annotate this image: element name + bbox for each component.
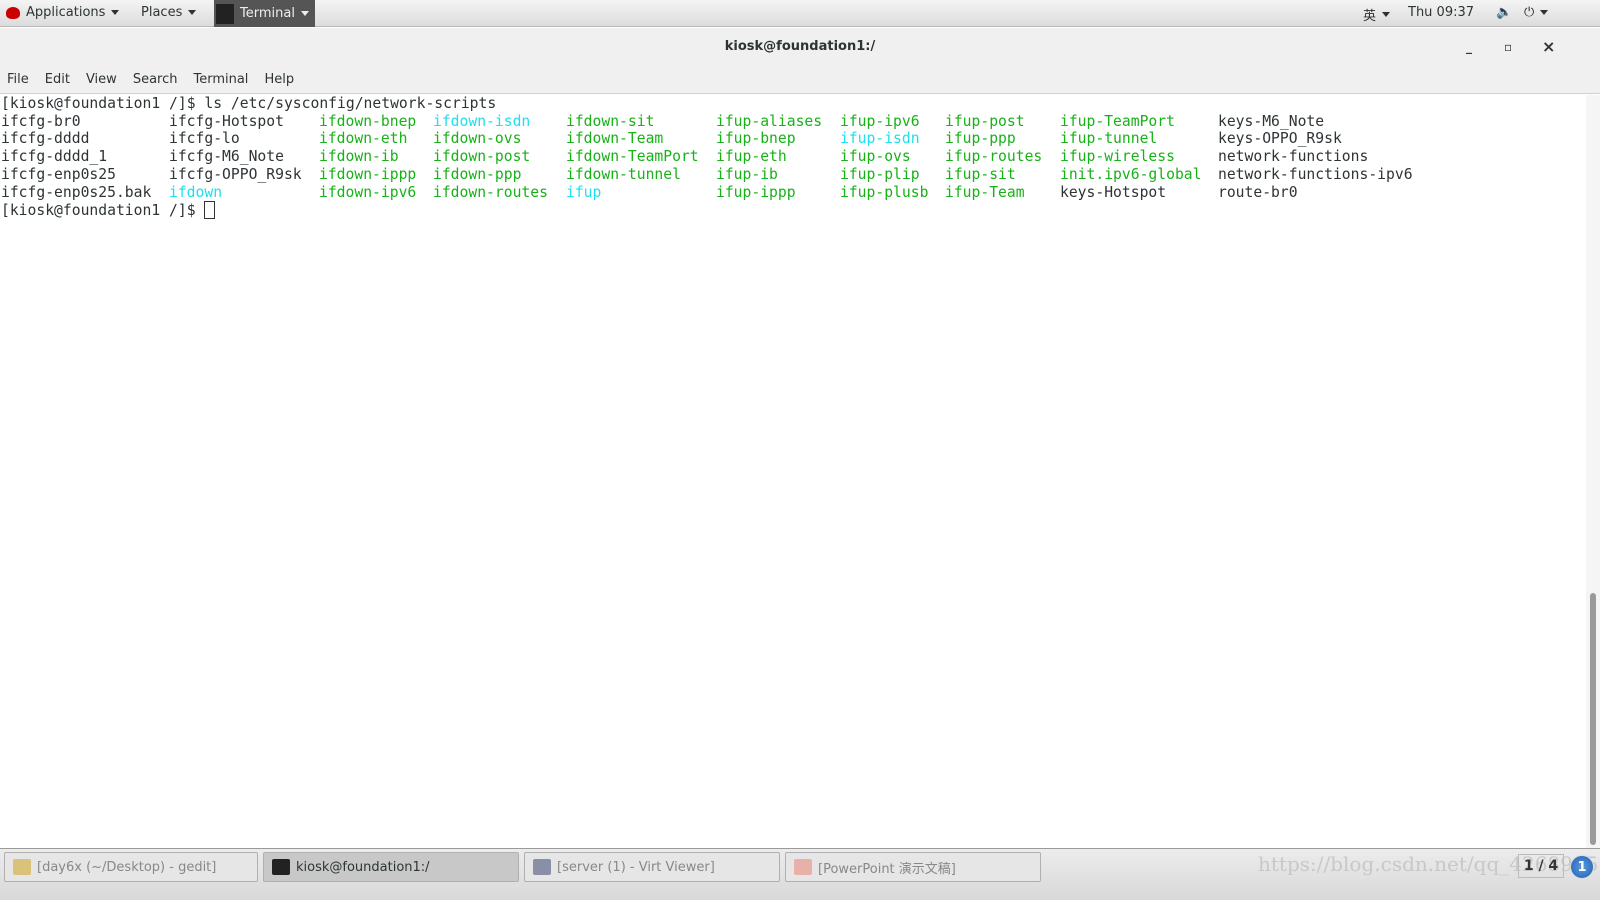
notification-badge[interactable]: 1: [1570, 855, 1594, 879]
file-entry: ifup-TeamPort: [1060, 112, 1175, 130]
power-icon: ⏻: [1524, 5, 1535, 20]
file-entry: ifup-plusb: [840, 183, 929, 201]
file-entry: ifup-sit: [945, 165, 1016, 183]
file-entry: ifup-aliases: [716, 112, 823, 130]
file-entry: ifcfg-dddd: [1, 130, 90, 148]
task-gedit[interactable]: [day6x (~/Desktop) - gedit]: [4, 852, 258, 882]
menu-bar: File Edit View Search Terminal Help: [0, 66, 1600, 94]
file-entry: ifdown-TeamPort: [566, 148, 699, 166]
file-entry: ifdown-isdn: [433, 112, 531, 130]
file-entry: ifdown-Team: [566, 130, 664, 148]
workspace-switcher[interactable]: 1 / 4: [1518, 854, 1564, 878]
file-entry: ifcfg-dddd_1: [1, 148, 108, 166]
taskbar: [day6x (~/Desktop) - gedit] kiosk@founda…: [0, 848, 1600, 900]
clock[interactable]: Thu 09:37: [1408, 5, 1474, 20]
file-entry: ifdown-tunnel: [566, 165, 681, 183]
file-entry: ifdown-ovs: [433, 130, 522, 148]
power-menu[interactable]: ⏻: [1524, 5, 1549, 20]
file-entry: ifup-isdn: [840, 130, 920, 148]
menu-search[interactable]: Search: [133, 72, 178, 87]
file-entry: ifcfg-br0: [1, 112, 81, 130]
top-panel: Applications Places Terminal 英 Thu 09:37…: [0, 0, 1600, 27]
file-entry: ifdown-eth: [319, 130, 408, 148]
task-terminal[interactable]: kiosk@foundation1:/: [263, 852, 519, 882]
file-entry: ifcfg-enp0s25.bak: [1, 183, 152, 201]
menu-terminal[interactable]: Terminal: [193, 72, 248, 87]
menu-help[interactable]: Help: [264, 72, 294, 87]
file-entry: ifcfg-Hotspot: [169, 112, 284, 130]
minimize-button[interactable]: _: [1466, 28, 1472, 66]
window-title: kiosk@foundation1:/: [724, 39, 876, 54]
terminal-app-menu[interactable]: Terminal: [214, 0, 315, 27]
file-entry: ifup-ib: [716, 165, 778, 183]
chevron-down-icon: [1540, 10, 1549, 15]
file-entry: keys-OPPO_R9sk: [1218, 130, 1342, 148]
file-entry: ifdown-ppp: [433, 165, 522, 183]
maximize-button[interactable]: ▫: [1504, 28, 1512, 66]
scrollbar-thumb[interactable]: [1590, 593, 1596, 845]
file-entry: ifup-wireless: [1060, 148, 1175, 166]
file-entry: ifup-ppp: [945, 130, 1016, 148]
file-entry: ifdown: [169, 183, 223, 201]
chevron-down-icon: [188, 10, 197, 15]
file-entry: ifdown-sit: [566, 112, 655, 130]
file-entry: ifup-post: [945, 112, 1025, 130]
file-entry: ifup-ipv6: [840, 112, 920, 130]
file-entry: ifcfg-lo: [169, 130, 240, 148]
file-entry: ifdown-post: [433, 148, 531, 166]
gedit-icon: [13, 859, 31, 875]
file-entry: ifup-tunnel: [1060, 130, 1158, 148]
file-entry: keys-Hotspot: [1060, 183, 1167, 201]
task-powerpoint[interactable]: [PowerPoint 演示文稿]: [785, 852, 1041, 882]
file-entry: ifcfg-M6_Note: [169, 148, 284, 166]
terminal-output[interactable]: [kiosk@foundation1 /]$ ls /etc/sysconfig…: [0, 95, 1586, 848]
file-entry: ifdown-ippp: [319, 165, 417, 183]
file-entry: route-br0: [1218, 183, 1298, 201]
file-entry: ifdown-ib: [319, 148, 399, 166]
volume-muted-icon[interactable]: 🔈: [1496, 5, 1512, 20]
file-entry: ifup-bnep: [716, 130, 796, 148]
file-entry: ifup-ovs: [840, 148, 911, 166]
close-button[interactable]: ×: [1542, 28, 1555, 66]
menu-view[interactable]: View: [86, 72, 117, 87]
window-titlebar: kiosk@foundation1:/ _ ▫ ×: [0, 28, 1600, 66]
file-entry: ifdown-bnep: [319, 112, 417, 130]
file-entry: ifup-routes: [945, 148, 1043, 166]
file-entry: ifcfg-OPPO_R9sk: [169, 165, 302, 183]
menu-file[interactable]: File: [7, 72, 29, 87]
chevron-down-icon: [1382, 12, 1391, 17]
file-entry: ifdown-routes: [433, 183, 548, 201]
terminal-icon: [272, 859, 290, 875]
input-method-menu[interactable]: 英: [1363, 5, 1391, 24]
monitor-icon: [533, 859, 551, 875]
scrollbar[interactable]: [1586, 95, 1600, 848]
chevron-down-icon: [300, 11, 309, 16]
file-entry: keys-M6_Note: [1218, 112, 1325, 130]
task-virt-viewer[interactable]: [server (1) - Virt Viewer]: [524, 852, 780, 882]
file-entry: ifup-ippp: [716, 183, 796, 201]
cursor: [204, 201, 216, 219]
menu-edit[interactable]: Edit: [45, 72, 70, 87]
file-entry: ifcfg-enp0s25: [1, 165, 116, 183]
applications-menu[interactable]: Applications: [6, 5, 120, 20]
prompt-line[interactable]: [kiosk@foundation1 /]$: [1, 201, 216, 219]
file-entry: ifup: [566, 183, 602, 201]
redhat-logo-icon: [6, 6, 20, 19]
places-menu[interactable]: Places: [141, 5, 197, 20]
file-entry: init.ipv6-global: [1060, 165, 1202, 183]
file-entry: network-functions: [1218, 148, 1369, 166]
file-entry: ifdown-ipv6: [319, 183, 417, 201]
file-entry: ifup-plip: [840, 165, 920, 183]
file-entry: ifup-eth: [716, 148, 787, 166]
file-entry: ifup-Team: [945, 183, 1025, 201]
file-entry: network-functions-ipv6: [1218, 165, 1413, 183]
command-line: [kiosk@foundation1 /]$ ls /etc/sysconfig…: [1, 95, 497, 112]
terminal-icon: [216, 3, 234, 24]
presentation-icon: [794, 859, 812, 875]
chevron-down-icon: [111, 10, 120, 15]
